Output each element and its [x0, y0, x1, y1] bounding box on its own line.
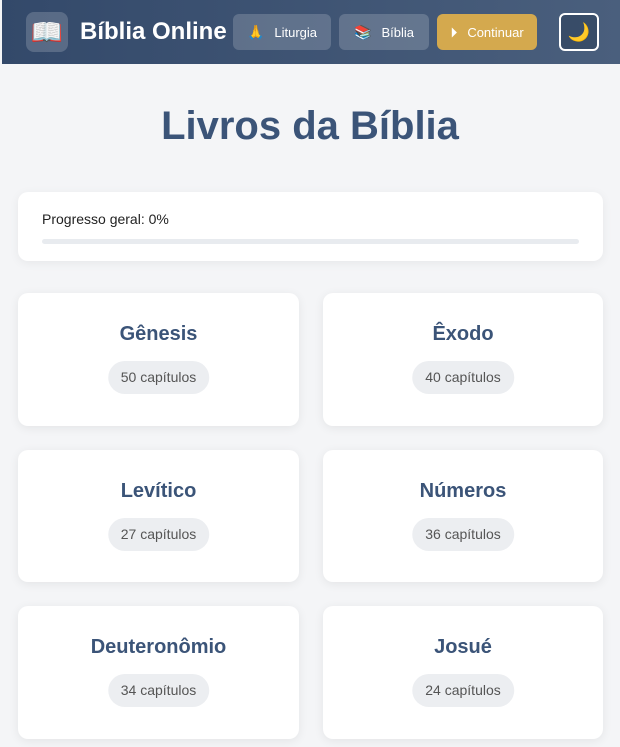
biblia-button[interactable]: 📚 Bíblia	[339, 14, 429, 50]
book-card-deuteronomio[interactable]: Deuteronômio 34 capítulos	[18, 606, 299, 739]
chapter-count-badge: 50 capítulos	[107, 361, 210, 394]
praying-hands-icon: 🙏	[246, 23, 265, 40]
books-icon: 📚	[354, 23, 372, 40]
book-name: Gênesis	[119, 323, 198, 345]
chapter-count-badge: 24 capítulos	[412, 674, 514, 707]
book-card-josue[interactable]: Josué 24 capítulos	[323, 606, 603, 739]
book-name: Josué	[434, 636, 492, 658]
book-card-genesis[interactable]: Gênesis 50 capítulos	[18, 293, 299, 426]
chapter-count-badge: 40 capítulos	[412, 361, 514, 394]
liturgia-label: Liturgia	[274, 24, 318, 40]
book-name: Êxodo	[432, 323, 494, 345]
book-name: Levítico	[120, 480, 197, 502]
book-card-levitico[interactable]: Levítico 27 capítulos	[18, 450, 299, 582]
progress-bar	[42, 239, 579, 244]
page-title: Livros da Bíblia	[161, 104, 459, 148]
moon-icon: 🌙	[567, 21, 591, 42]
brand-title: Bíblia Online	[80, 18, 227, 45]
book-name: Deuteronômio	[90, 636, 227, 658]
open-book-icon: 📖	[26, 12, 68, 52]
continuar-label: Continuar	[467, 24, 524, 40]
book-name: Números	[419, 480, 507, 502]
progress-card: Progresso geral: 0%	[18, 192, 603, 261]
theme-toggle-button[interactable]: 🌙	[559, 13, 599, 51]
chapter-count-badge: 27 capítulos	[107, 518, 210, 551]
liturgia-button[interactable]: 🙏 Liturgia	[233, 14, 331, 50]
chapter-count-badge: 34 capítulos	[107, 674, 210, 707]
book-card-exodo[interactable]: Êxodo 40 capítulos	[323, 293, 603, 426]
play-icon: ⏵	[450, 23, 458, 40]
biblia-label: Bíblia	[381, 24, 414, 40]
top-navbar: 📖 Bíblia Online 🙏 Liturgia 📚 Bíblia ⏵ Co…	[2, 0, 620, 64]
book-card-numeros[interactable]: Números 36 capítulos	[323, 450, 603, 582]
chapter-count-badge: 36 capítulos	[412, 518, 514, 551]
progress-label: Progresso geral: 0%	[42, 211, 169, 227]
continuar-button[interactable]: ⏵ Continuar	[437, 14, 537, 50]
brand[interactable]: 📖 Bíblia Online	[26, 12, 227, 52]
